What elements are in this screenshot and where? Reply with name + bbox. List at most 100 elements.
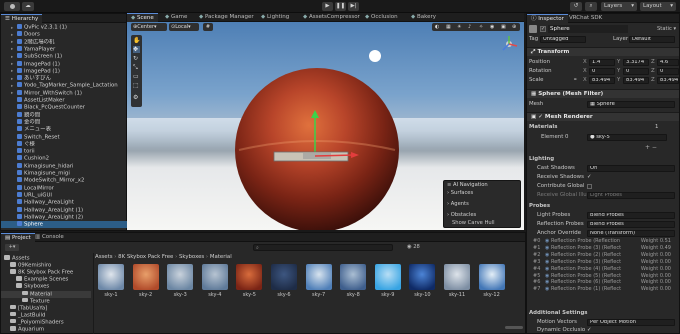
hierarchy-item[interactable]: Hallway_AreaLight (1) xyxy=(1,206,127,214)
hierarchy-item[interactable]: ModeSwitch_Mirror_x2 xyxy=(1,177,127,184)
asset-item[interactable]: sky-3 xyxy=(165,264,195,304)
hierarchy-item[interactable]: ぐ様 xyxy=(1,140,127,148)
active-checkbox[interactable]: ✓ xyxy=(540,26,546,32)
hierarchy-item[interactable]: 金の間 xyxy=(1,118,127,126)
tab-scene-6[interactable]: ◆ Bakery xyxy=(407,13,440,22)
tab-scene-2[interactable]: ◆ Package Manager xyxy=(195,13,258,22)
tag-dropdown[interactable]: Untagged xyxy=(540,36,586,43)
hierarchy-item[interactable]: torii xyxy=(1,148,127,155)
camera-icon[interactable]: ▣ xyxy=(501,23,506,31)
orientation-gizmo[interactable] xyxy=(499,34,519,54)
breadcrumb-item[interactable]: Assets xyxy=(95,254,113,260)
hierarchy-item[interactable]: ▸ ImagePad (1) xyxy=(1,60,127,68)
light-probes-dropdown[interactable]: Blend Probes xyxy=(587,212,675,219)
custom-tool-icon[interactable]: ⚙ xyxy=(133,94,140,101)
hierarchy-list[interactable]: ▸ QvPic v2.3.1 (1) ▸ Doors ▸ 2階広場の机 ▸ YamaPlaye… xyxy=(1,24,127,231)
rotation-x-field[interactable]: 0 xyxy=(589,68,615,75)
asset-item[interactable]: sky-5 xyxy=(234,264,264,304)
asset-item[interactable]: sky-7 xyxy=(304,264,334,304)
project-folder[interactable]: _PoiyomiShaders xyxy=(1,318,91,326)
rect-tool-icon[interactable]: ▭ xyxy=(133,73,140,80)
dynamic-occlusion-checkbox[interactable]: ✓ xyxy=(587,326,592,333)
project-folder[interactable]: _LastBuild xyxy=(1,311,91,319)
asset-item[interactable]: sky-1 xyxy=(96,264,126,304)
project-folder[interactable]: 8K Skybox Pack Free xyxy=(1,269,91,276)
cloud-button[interactable]: ☁ xyxy=(22,2,34,11)
hierarchy-item[interactable]: Black_PcQuestCounter xyxy=(1,104,127,111)
hierarchy-item[interactable]: LocalMirror xyxy=(1,184,127,192)
tab-scene-0[interactable]: ◆ Scene xyxy=(127,13,158,22)
asset-item[interactable]: sky-10 xyxy=(407,264,437,304)
project-folder[interactable]: Texture xyxy=(1,297,91,305)
position-y-field[interactable]: 3.3174 xyxy=(623,59,649,66)
hierarchy-item[interactable]: ▸ YamaPlayer xyxy=(1,45,127,53)
asset-item[interactable]: sky-11 xyxy=(442,264,472,304)
pivot-mode-dropdown[interactable]: ⊕Center▾ xyxy=(131,23,167,31)
project-folder-tree[interactable]: Assets 09Kemishiro 8K Skybox Pack Free Exam… xyxy=(1,255,93,334)
ai-navigation-title-row[interactable]: ≡ AI Navigation xyxy=(447,182,488,189)
tab-scene-1[interactable]: ◆ Game xyxy=(161,13,191,22)
position-z-field[interactable]: 4.6 xyxy=(657,59,679,66)
hierarchy-item[interactable]: Hallway_AreaLight xyxy=(1,199,127,206)
overlay-show-carve-hull[interactable]: Show Carve Hull xyxy=(452,220,495,227)
link-icon[interactable]: ⚭ xyxy=(573,76,578,84)
shading-icon[interactable]: ◐ xyxy=(435,23,439,31)
probes-group[interactable]: Probes xyxy=(529,202,677,210)
breadcrumb-item[interactable]: 8K Skybox Pack Free xyxy=(118,254,173,260)
hidden-objects-icon[interactable]: ◉ xyxy=(490,23,494,31)
project-folder[interactable]: Example Scenes xyxy=(1,276,91,283)
tab-inspector[interactable]: ⓘ Inspector xyxy=(527,14,568,23)
overlay-agents[interactable]: › Agents xyxy=(447,201,469,208)
motion-vectors-dropdown[interactable]: Per Object Motion xyxy=(587,319,675,326)
create-button[interactable]: +▾ xyxy=(5,244,19,251)
hierarchy-item[interactable]: Sphere xyxy=(1,221,127,228)
gizmo-x-axis[interactable] xyxy=(314,154,356,157)
lighting-group[interactable]: Lighting xyxy=(529,155,677,163)
breadcrumb-item[interactable]: Material xyxy=(210,254,232,260)
hierarchy-item[interactable]: Kimagisune_hidari xyxy=(1,162,127,170)
grid-toggle[interactable]: # xyxy=(203,23,213,31)
hierarchy-item[interactable]: URL_uiGUI xyxy=(1,191,127,199)
project-folder[interactable]: 09Kemishiro xyxy=(1,262,91,269)
rotate-tool-icon[interactable]: ↻ xyxy=(133,55,140,62)
move-tool-icon[interactable]: ✥ xyxy=(133,46,140,53)
hierarchy-item[interactable]: Cushion2 xyxy=(1,155,127,162)
add-remove-material[interactable]: + − xyxy=(645,144,657,151)
element0-field[interactable]: ● sky-5 xyxy=(587,134,667,141)
history-button[interactable]: ↺ xyxy=(570,2,582,11)
pause-button[interactable]: ❚❚ xyxy=(335,2,346,11)
asset-item[interactable]: sky-2 xyxy=(131,264,161,304)
project-folder[interactable]: Material xyxy=(1,290,91,298)
tab-project[interactable]: ▤ Project xyxy=(1,233,35,242)
cast-shadows-dropdown[interactable]: On xyxy=(587,165,675,172)
audio-icon[interactable]: ♪ xyxy=(468,23,471,31)
hierarchy-item[interactable]: ▸ Doors xyxy=(1,31,127,38)
hierarchy-item[interactable]: Hallway_AreaLight (2) xyxy=(1,213,127,221)
scale-x-field[interactable]: 83.494 xyxy=(589,77,615,84)
scale-z-field[interactable]: 83.494 xyxy=(657,77,679,84)
hierarchy-item[interactable]: ▸ Yodo_TagMarker_Sample_Lactation xyxy=(1,82,127,89)
overlay-surfaces[interactable]: › Surfaces xyxy=(447,190,473,197)
transform-tool-icon[interactable]: ⬚ xyxy=(133,82,140,89)
scene-view[interactable]: ⊕Center▾ ⊙Local▾ # ✋ ✥ ↻ ⤡ ▭ ⬚ ⚙ ◐ ▦ ☀ ♪… xyxy=(127,22,524,230)
asset-item[interactable]: sky-4 xyxy=(200,264,230,304)
tab-scene-4[interactable]: ◆ AssetsCompressor xyxy=(299,13,364,22)
project-folder[interactable]: [TabUsaYa] xyxy=(1,304,91,312)
hierarchy-item[interactable]: AssetListMaker xyxy=(1,97,127,104)
rotation-y-field[interactable]: 0 xyxy=(623,68,649,75)
mesh-field[interactable]: ▦ Sphere xyxy=(587,101,675,108)
asset-item[interactable]: sky-9 xyxy=(373,264,403,304)
tab-console[interactable]: ▥ Console xyxy=(31,233,68,242)
thumbnail-size-slider[interactable] xyxy=(505,326,523,329)
rotation-z-field[interactable]: 0 xyxy=(657,68,679,75)
additional-settings-group[interactable]: Additional Settings xyxy=(529,309,677,317)
project-folder[interactable]: Aquarium xyxy=(1,326,91,333)
sphere-object[interactable] xyxy=(235,68,399,230)
asset-item[interactable]: sky-6 xyxy=(269,264,299,304)
effects-icon[interactable]: ✧ xyxy=(479,23,483,31)
space-mode-dropdown[interactable]: ⊙Local▾ xyxy=(169,23,199,31)
layers-dropdown[interactable]: Layers ▾ xyxy=(601,2,637,11)
hierarchy-item[interactable]: ▸ Mirror_WithSwitch (1) xyxy=(1,89,127,97)
layout-dropdown[interactable]: Layout ▾ xyxy=(640,2,676,11)
hierarchy-item[interactable]: 鏡の間 xyxy=(1,111,127,119)
